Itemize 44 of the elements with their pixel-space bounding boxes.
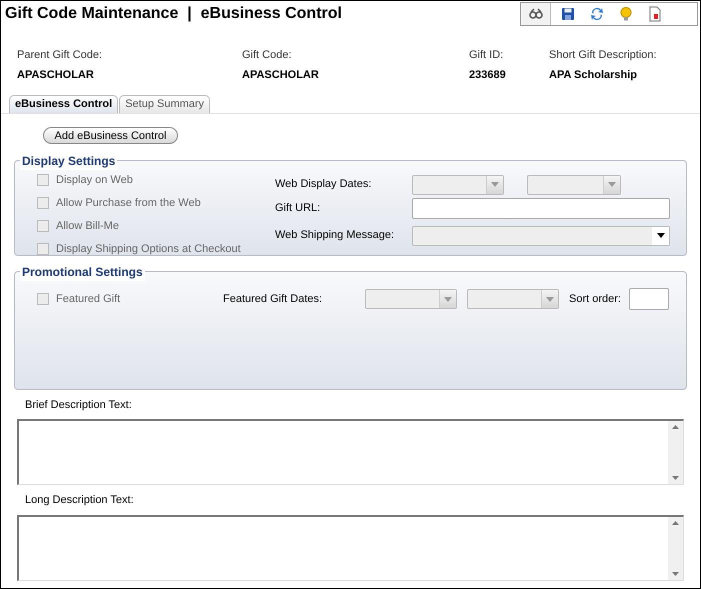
field-label: Web Shipping Message:: [275, 228, 396, 244]
scroll-down-icon[interactable]: [672, 476, 679, 480]
caret-icon: [444, 296, 452, 302]
field-label: Gift Code:: [242, 48, 293, 63]
dropdown[interactable]: [412, 226, 670, 246]
scrollbar[interactable]: [668, 421, 683, 484]
field-value: APA Scholarship: [549, 68, 638, 82]
document-icon: [647, 6, 663, 22]
checkbox-label: Featured Gift: [56, 292, 120, 307]
checkbox-label: Display Shipping Options at Checkout: [56, 242, 241, 257]
text-area[interactable]: [17, 419, 684, 485]
caret-icon: [608, 182, 616, 187]
text-area[interactable]: [17, 514, 684, 580]
field-value: 233689: [469, 68, 507, 82]
field-label: Brief Description Text:: [24, 398, 133, 412]
field-label: Web Display Dates:: [275, 177, 372, 192]
tab[interactable]: eBusiness Control: [9, 95, 118, 113]
field-label: Parent Gift Code:: [17, 48, 103, 63]
checkbox-label: Display on Web: [56, 172, 133, 188]
scroll-down-icon[interactable]: [672, 572, 679, 576]
checkbox-label: Allow Bill-Me: [56, 218, 119, 234]
field-value: APASCHOLAR: [17, 68, 95, 82]
scroll-up-icon[interactable]: [672, 425, 679, 429]
window-title: Gift Code Maintenance | eBusiness Control: [4, 4, 342, 24]
binoculars-button[interactable]: [521, 3, 551, 25]
field-label: Long Description Text:: [24, 493, 135, 508]
field-label: Sort order:: [569, 292, 622, 307]
field-label: Gift URL:: [275, 201, 322, 216]
tab[interactable]: Setup Summary: [119, 95, 210, 113]
lightbulb-icon: [618, 6, 634, 22]
refresh-icon: [589, 6, 605, 22]
scroll-up-icon[interactable]: [672, 520, 679, 524]
caret-icon: [491, 182, 499, 187]
scrollbar[interactable]: [668, 516, 683, 580]
caret-icon: [656, 233, 664, 238]
checkbox-label: Allow Purchase from the Web: [56, 196, 201, 211]
input-field[interactable]: [412, 198, 670, 219]
field-label: Short Gift Description:: [549, 48, 658, 63]
field-value: APASCHOLAR: [242, 68, 320, 82]
field-label: Featured Gift Dates:: [223, 292, 324, 307]
add-button[interactable]: Add eBusiness Control: [43, 127, 178, 144]
caret-icon: [546, 296, 554, 302]
field-label: Gift ID:: [469, 48, 504, 63]
input-field[interactable]: [629, 288, 669, 310]
